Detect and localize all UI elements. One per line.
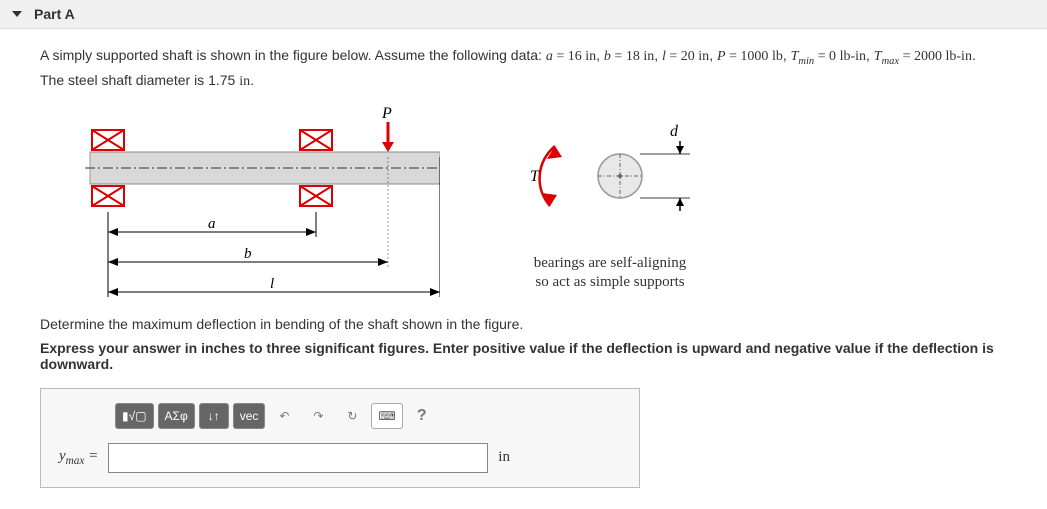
caret-down-icon <box>12 11 22 17</box>
label-P: P <box>381 105 392 122</box>
content-area: A simply supported shaft is shown in the… <box>0 29 1047 504</box>
eq-Tmax: = 2000 <box>899 49 945 64</box>
intro-text: A simply supported shaft is shown in the… <box>40 47 546 63</box>
greek-button[interactable]: ΑΣφ <box>158 403 195 429</box>
subscript-button[interactable]: ↓↑ <box>199 403 229 429</box>
label-T: T <box>530 168 540 185</box>
cross-section-diagram: T d <box>500 111 720 251</box>
help-button[interactable]: ? <box>407 403 437 429</box>
reset-button[interactable]: ↻ <box>337 403 367 429</box>
eq-b: = 18 <box>611 49 643 64</box>
templates-button[interactable]: ▮√▢ <box>115 403 154 429</box>
unit-P: lb <box>772 49 783 64</box>
eq-l: = 20 <box>666 49 698 64</box>
answer-row: ymax = in <box>59 443 621 473</box>
question-text: Determine the maximum deflection in bend… <box>40 316 1007 332</box>
instruction-text: Express your answer in inches to three s… <box>40 340 1007 372</box>
diameter-end: . <box>250 72 254 88</box>
undo-button[interactable]: ↶ <box>269 403 299 429</box>
diameter-unit: in <box>239 74 250 89</box>
vector-button[interactable]: vec <box>233 403 266 429</box>
part-title: Part A <box>34 6 75 22</box>
eq-P: = 1000 <box>726 49 772 64</box>
eq-a: = 16 <box>553 49 585 64</box>
caption-line2: so act as simple supports <box>500 273 720 293</box>
part-header[interactable]: Part A <box>0 0 1047 29</box>
figure-row: P a b l T <box>60 102 1007 302</box>
figure-caption: bearings are self-aligning so act as sim… <box>500 254 720 293</box>
diameter-text: The steel shaft diameter is 1.75 <box>40 72 239 88</box>
answer-variable: ymax = <box>59 448 98 467</box>
var-a: a <box>546 49 553 64</box>
var-b: b <box>604 49 611 64</box>
caption-line1: bearings are self-aligning <box>500 254 720 274</box>
label-a: a <box>208 216 216 232</box>
var-P: P <box>717 49 726 64</box>
redo-button[interactable]: ↷ <box>303 403 333 429</box>
eq-Tmin: = 0 <box>814 49 839 64</box>
label-d: d <box>670 123 679 140</box>
section-view: T d bearings are self-aligning so act as… <box>500 111 720 293</box>
unit-Tmin: lb-in <box>840 49 866 64</box>
answer-unit: in <box>498 449 510 466</box>
var-Tmax: Tmax <box>874 49 899 64</box>
label-l: l <box>270 276 274 292</box>
keyboard-button[interactable]: ⌨ <box>371 403 402 429</box>
answer-box: ▮√▢ ΑΣφ ↓↑ vec ↶ ↷ ↻ ⌨ ? ymax = in <box>40 388 640 488</box>
answer-input[interactable] <box>108 443 488 473</box>
unit-Tmax: lb-in <box>946 49 972 64</box>
unit-b: in <box>643 49 654 64</box>
equation-toolbar: ▮√▢ ΑΣφ ↓↑ vec ↶ ↷ ↻ ⌨ ? <box>115 403 621 429</box>
problem-statement: A simply supported shaft is shown in the… <box>40 45 1007 92</box>
unit-a: in <box>585 49 596 64</box>
label-b: b <box>244 246 252 262</box>
var-Tmin: Tmin <box>791 49 815 64</box>
shaft-diagram: P a b l <box>60 102 440 302</box>
unit-l: in <box>698 49 709 64</box>
